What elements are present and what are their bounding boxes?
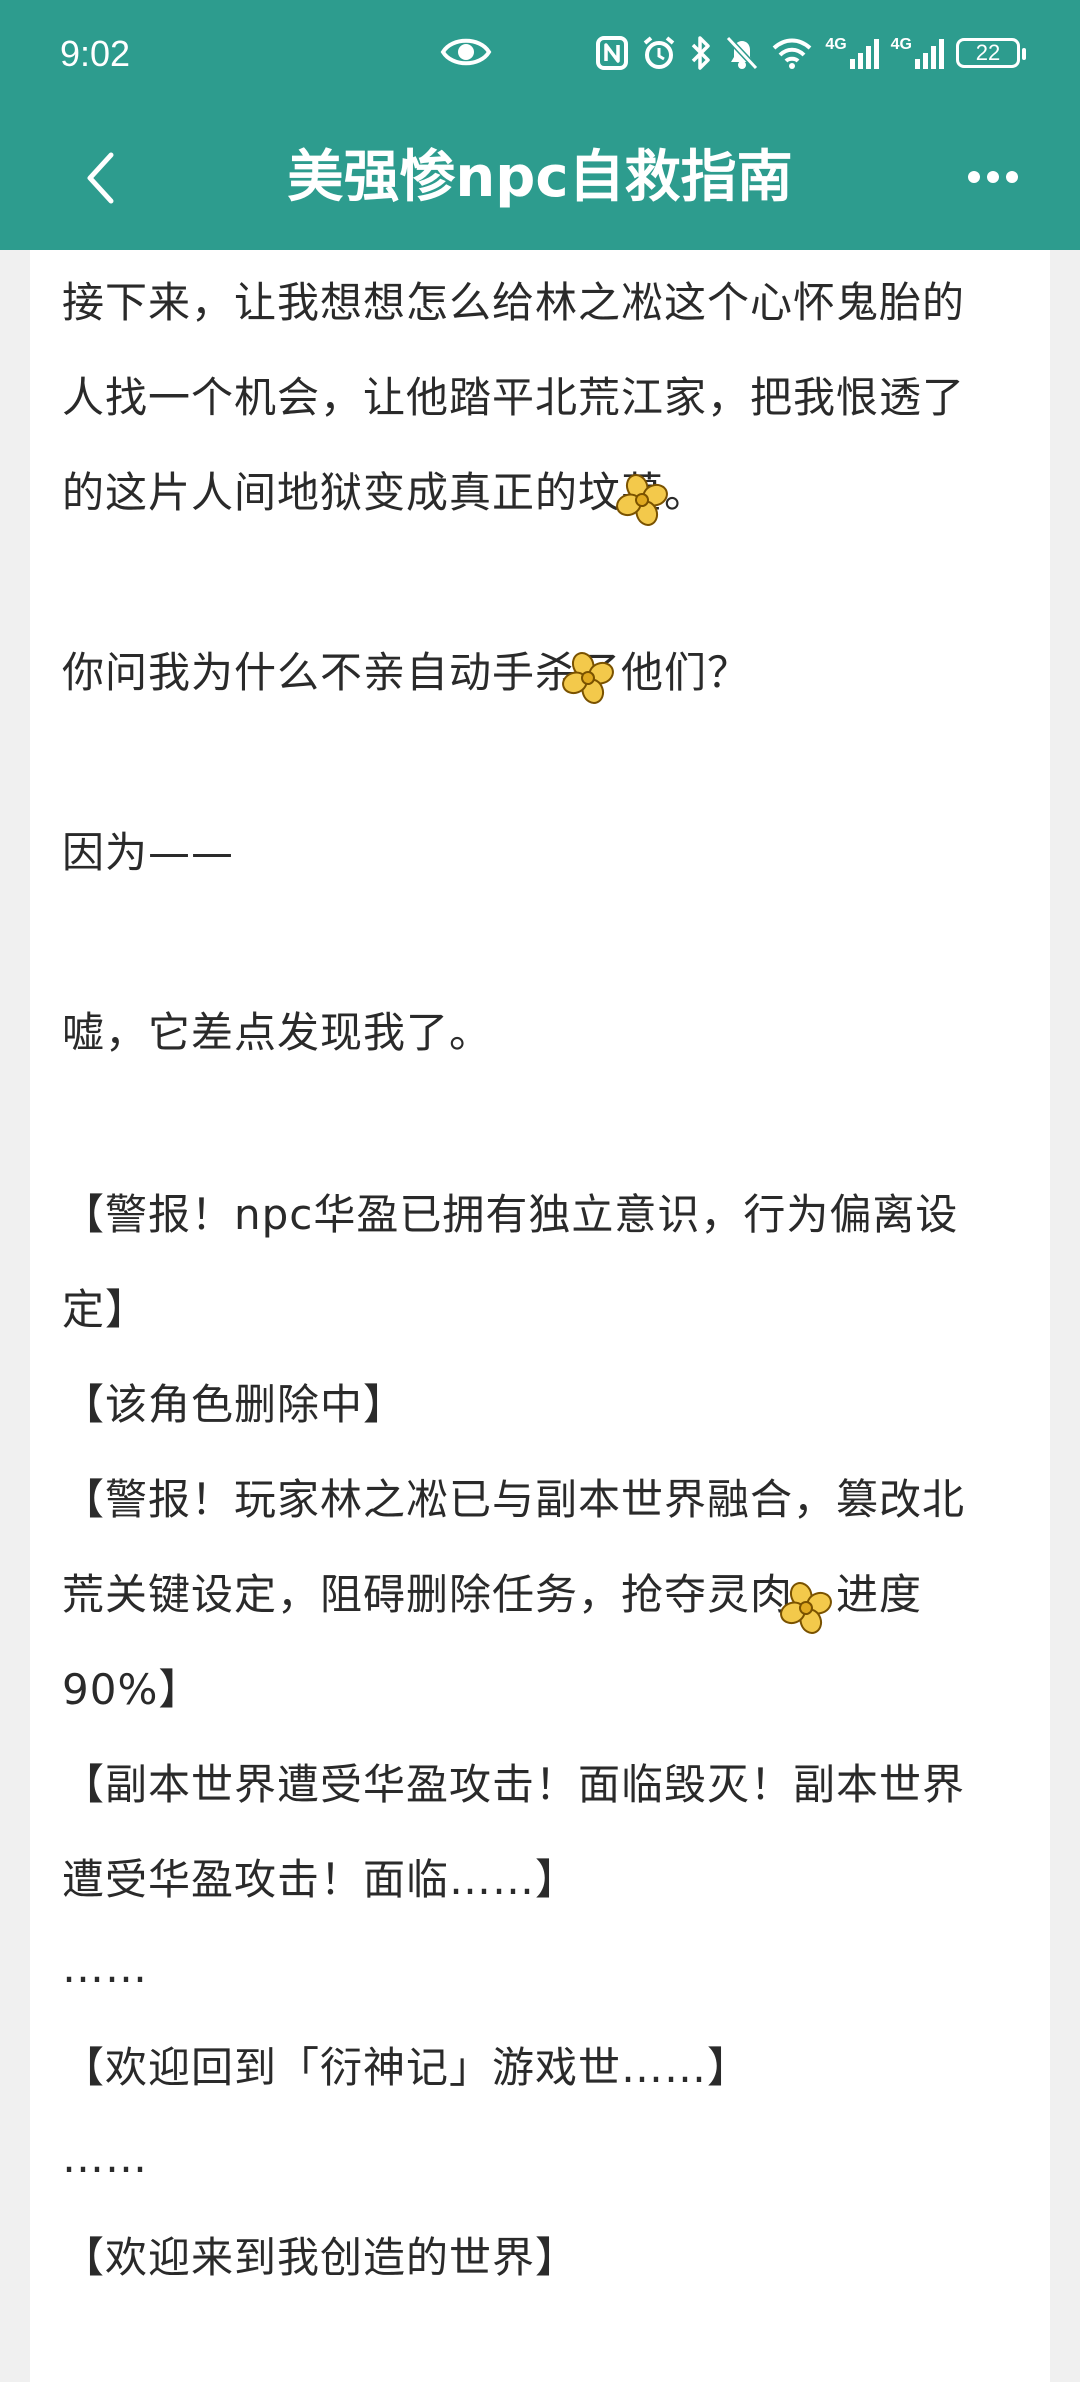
text-line: 接下来，让我想想怎么给林之凇这个心怀鬼胎的 [62,278,966,327]
text-line: …… [62,2133,148,2182]
text-line: 【欢迎来到我创造的世界】 [62,2233,579,2282]
text-line: 【警报！玩家林之凇已与副本世界融合，篡改北 [62,1475,966,1524]
chapter-content[interactable]: 接下来，让我想想怎么给林之凇这个心怀鬼胎的 人找一个机会，让他踏平北荒江家，把我… [30,250,1050,2382]
nav-bar: 美强惨npc自救指南 [0,105,1080,250]
flower-sticker-icon [780,1582,832,1634]
nfc-icon [596,36,629,70]
text-line: …… [62,1943,148,1992]
text-line: 【副本世界遭受华盈攻击！面临毁灭！副本世界 [62,1760,966,1809]
battery-indicator: 22 [956,38,1026,68]
flower-sticker-icon [616,474,668,526]
more-button[interactable] [958,147,1028,207]
text-line: 人找一个机会，让他踏平北荒江家，把我恨透了 [62,373,966,422]
text-line: 90%】 [62,1665,202,1714]
network-label: 4G [825,36,847,53]
wifi-icon [772,38,812,69]
text-line: 你问我为什么不亲自动手杀了他们？ [62,648,751,697]
text-line: 【欢迎回到「衍神记」游戏世……】 [62,2043,751,2092]
text-line: 因为—— [62,828,235,877]
network-4g-2: 4G [891,37,944,69]
app-header: 9:02 4G 4G 22 美强惨npc自救指南 [0,0,1080,250]
flower-sticker-icon [562,652,614,704]
text-line: 的这片人间地狱变成真正的坟墓。 [62,468,708,517]
network-label: 4G [890,36,912,53]
status-time: 9:02 [60,33,131,74]
text-line: 定】 [62,1285,149,1334]
eye-icon [440,38,492,66]
page-title: 美强惨npc自救指南 [287,145,793,210]
mute-bell-icon [726,35,759,71]
text-line: 遭受华盈攻击！面临……】 [62,1855,579,1904]
text-line: 【警报！npc华盈已拥有独立意识，行为偏离设 [62,1190,959,1239]
text-line: 嘘，它差点发现我了。 [62,1008,493,1057]
bluetooth-icon [692,36,711,70]
status-bar: 9:02 4G 4G 22 [0,0,1080,105]
alarm-icon [644,36,675,69]
status-icons: 4G 4G 22 [595,28,1026,78]
signal-icon [915,39,944,69]
more-dots-icon [968,171,1018,183]
signal-icon [849,39,879,69]
text-line: 荒关键设定，阻碍删除任务，抢夺灵肉，进度 [62,1570,923,1619]
text-line: 【该角色删除中】 [62,1380,407,1429]
network-4g-1: 4G [825,36,879,69]
